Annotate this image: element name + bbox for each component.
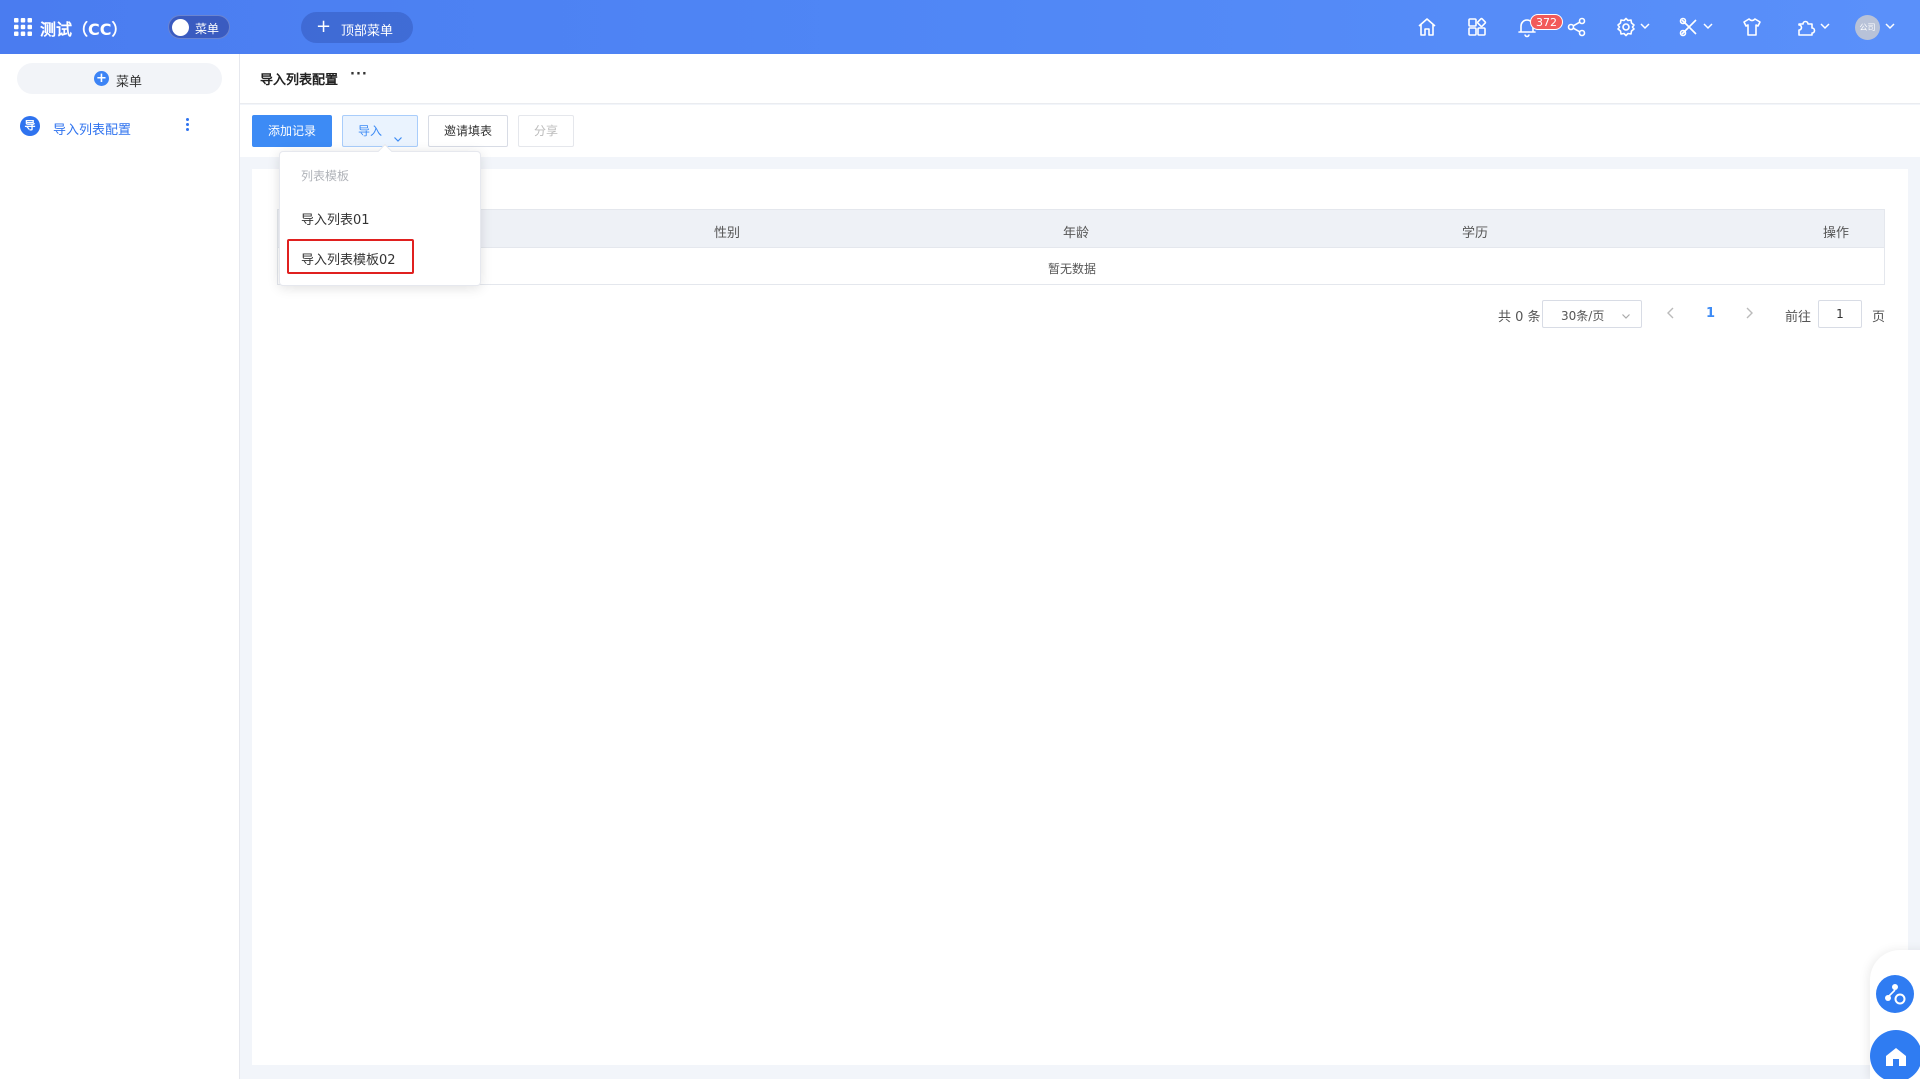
avatar[interactable]: 公司	[1855, 15, 1880, 40]
dropdown-group-header: 列表模板	[301, 169, 350, 183]
pagination-goto-input[interactable]	[1818, 300, 1862, 328]
app-title: 测试（CC）	[40, 20, 128, 39]
more-vertical-icon[interactable]	[184, 117, 190, 135]
import-button-label: 导入	[358, 124, 383, 138]
plus-icon: +	[94, 71, 109, 86]
shirt-icon[interactable]	[1741, 16, 1763, 38]
sidebar: + 菜单 导 导入列表配置	[0, 54, 240, 1079]
chevron-down-icon[interactable]	[1884, 20, 1896, 32]
import-dropdown-menu: 列表模板 导入列表01 导入列表模板02	[279, 143, 481, 286]
pagination-current-page[interactable]: 1	[1706, 306, 1715, 334]
table-panel: 性别 年龄 学历 操作 暂无数据 共 0 条 30条/页 1 前往 页	[252, 169, 1908, 1065]
top-menu-button[interactable]: + 顶部菜单	[301, 12, 413, 43]
page-size-value: 30条/页	[1561, 309, 1605, 323]
sidebar-item-icon: 导	[20, 116, 40, 136]
chevron-down-icon[interactable]	[1702, 20, 1714, 32]
top-menu-label: 顶部菜单	[341, 24, 394, 39]
share-icon[interactable]	[1566, 16, 1588, 38]
network-settings-icon[interactable]	[1876, 975, 1914, 1013]
column-header-age: 年龄	[1063, 226, 1090, 241]
pagination-page-suffix: 页	[1872, 310, 1886, 325]
tools-icon[interactable]	[1678, 16, 1700, 38]
add-menu-button[interactable]: + 菜单	[17, 63, 222, 94]
pagination-total: 共 0 条	[1498, 310, 1541, 325]
page-title: 导入列表配置	[260, 73, 339, 88]
table-header: 性别 年龄 学历 操作	[278, 210, 1884, 248]
puzzle-icon[interactable]	[1795, 16, 1817, 38]
chevron-down-icon	[1621, 310, 1631, 320]
apps-icon[interactable]	[1466, 16, 1488, 38]
main-content: 导入列表配置 ··· 添加记录 导入 邀请填表 分享 性别 年龄 学历 操作 暂…	[240, 54, 1920, 1079]
add-menu-label: 菜单	[116, 75, 143, 90]
dropdown-item-import-list-01[interactable]: 导入列表01	[301, 209, 370, 228]
notification-badge: 372	[1530, 14, 1563, 30]
plus-icon: +	[316, 16, 332, 37]
more-horizontal-icon[interactable]: ···	[350, 67, 368, 82]
toolbar: 添加记录 导入 邀请填表 分享	[240, 105, 1920, 157]
empty-state-text: 暂无数据	[1048, 262, 1097, 276]
chevron-left-icon[interactable]	[1664, 304, 1678, 322]
toggle-knob	[172, 19, 189, 36]
page-size-select[interactable]: 30条/页	[1542, 300, 1642, 328]
gear-icon[interactable]	[1615, 16, 1637, 38]
menu-toggle[interactable]: 菜单	[168, 15, 230, 39]
sidebar-item-label: 导入列表配置	[53, 123, 132, 138]
pagination-goto-label: 前往	[1785, 310, 1812, 325]
import-button[interactable]: 导入	[342, 115, 418, 147]
chevron-right-icon[interactable]	[1742, 304, 1756, 322]
dropdown-item-import-list-template-02[interactable]: 导入列表模板02	[301, 249, 396, 268]
home-icon[interactable]	[1416, 16, 1438, 38]
top-bar: 测试（CC） 菜单 + 顶部菜单 372 公司	[0, 0, 1920, 54]
sidebar-item-import-list-config[interactable]: 导 导入列表配置	[0, 110, 239, 142]
page-header: 导入列表配置 ···	[240, 54, 1920, 104]
column-header-actions: 操作	[1823, 226, 1850, 241]
share-button[interactable]: 分享	[518, 115, 574, 147]
data-table: 性别 年龄 学历 操作 暂无数据	[277, 209, 1885, 285]
column-header-education: 学历	[1462, 226, 1489, 241]
grid-icon[interactable]	[13, 17, 33, 37]
chevron-down-icon	[393, 125, 403, 142]
menu-toggle-label: 菜单	[195, 22, 220, 36]
column-header-gender: 性别	[714, 226, 741, 241]
home-building-icon[interactable]	[1870, 1030, 1920, 1079]
chevron-down-icon[interactable]	[1639, 20, 1651, 32]
invite-fill-button[interactable]: 邀请填表	[428, 115, 508, 147]
chevron-down-icon[interactable]	[1819, 20, 1831, 32]
add-record-button[interactable]: 添加记录	[252, 115, 332, 147]
